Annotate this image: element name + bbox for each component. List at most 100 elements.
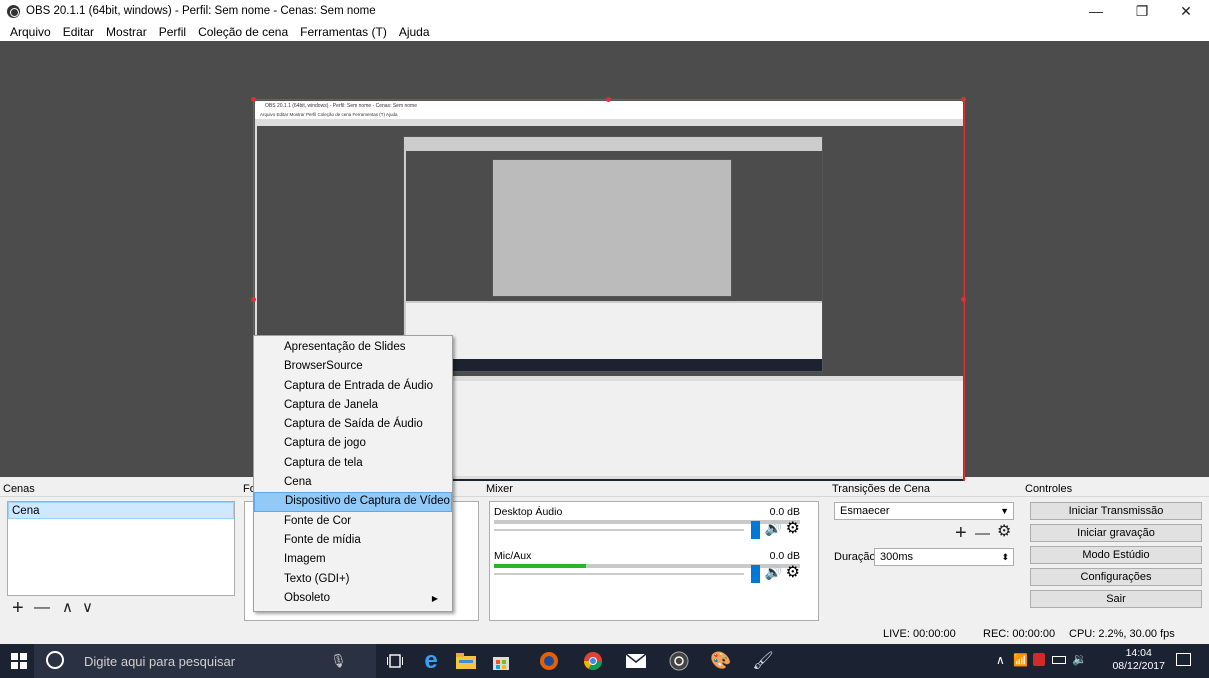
nested-docks-2: [406, 303, 822, 359]
scene-item[interactable]: Cena: [8, 502, 234, 519]
menu-mostrar[interactable]: Mostrar: [100, 25, 153, 39]
start-streaming-button[interactable]: Iniciar Transmissão: [1030, 502, 1202, 520]
menu-arquivo[interactable]: Arquivo: [4, 25, 57, 39]
transition-select[interactable]: Esmaecer ▼: [834, 502, 1014, 520]
edge-icon[interactable]: e: [420, 647, 442, 674]
menu-item-dispositivo-captura-video[interactable]: Dispositivo de Captura de Vídeo: [254, 492, 452, 512]
mixer-channel-name: Desktop Áudio: [494, 506, 563, 518]
menu-item-captura-de-janela[interactable]: Captura de Janela: [254, 396, 452, 415]
transform-handle[interactable]: [606, 97, 611, 102]
menu-item-texto-gdi[interactable]: Texto (GDI+): [254, 570, 452, 589]
file-explorer-icon[interactable]: [455, 650, 477, 672]
menu-editar[interactable]: Editar: [57, 25, 100, 39]
add-transition-button[interactable]: +: [955, 523, 967, 543]
move-scene-down-button[interactable]: ∨: [82, 600, 93, 615]
transition-gear-icon[interactable]: ⚙: [997, 524, 1011, 540]
clock-time: 14:04: [1125, 647, 1152, 659]
transform-handle[interactable]: [251, 97, 256, 102]
add-scene-button[interactable]: +: [12, 598, 24, 618]
tray-chevron-up-icon[interactable]: ∧: [996, 653, 1005, 667]
gear-icon[interactable]: ⚙: [786, 518, 800, 538]
mixer-channel-db: 0.0 dB: [769, 506, 800, 518]
menu-item-fonte-de-midia[interactable]: Fonte de mídia: [254, 531, 452, 550]
status-bar: LIVE: 00:00:00 REC: 00:00:00 CPU: 2.2%, …: [0, 626, 1209, 644]
mixer-channel-name: Mic/Aux: [494, 550, 532, 562]
volume-slider[interactable]: [494, 573, 744, 575]
remove-transition-button[interactable]: —: [975, 526, 990, 541]
menu-item-captura-de-jogo[interactable]: Captura de jogo: [254, 434, 452, 453]
paint-brush-icon[interactable]: 🖌: [752, 650, 774, 672]
start-recording-button[interactable]: Iniciar gravação: [1030, 524, 1202, 542]
menu-colecao-de-cena[interactable]: Coleção de cena: [192, 25, 294, 39]
menu-item-browsersource[interactable]: BrowserSource: [254, 357, 452, 376]
gear-icon[interactable]: ⚙: [786, 562, 800, 582]
speaker-icon[interactable]: 🔊: [765, 520, 782, 537]
preview-canvas[interactable]: OBS 20.1.1 (64bit, windows) - Perfil: Se…: [0, 41, 1209, 501]
title-bar: OBS 20.1.1 (64bit, windows) - Perfil: Se…: [0, 0, 1209, 22]
spin-arrows-icon[interactable]: ⬍: [1001, 549, 1009, 565]
duration-label: Duração: [834, 551, 876, 563]
menu-bar: Arquivo Editar Mostrar Perfil Coleção de…: [0, 22, 1209, 41]
menu-perfil[interactable]: Perfil: [153, 25, 192, 39]
volume-icon[interactable]: 🔉: [1072, 652, 1087, 666]
nested-taskbar-2: [406, 359, 822, 371]
windows-taskbar: Digite aqui para pesquisar 🎙 e 🎨 🖌 ∧ 📶 🔉…: [0, 644, 1209, 678]
transform-handle[interactable]: [961, 97, 966, 102]
taskbar-search-box[interactable]: Digite aqui para pesquisar 🎙: [34, 644, 376, 678]
volume-slider-thumb[interactable]: [751, 565, 760, 583]
menu-item-obsoleto[interactable]: Obsoleto ▶: [254, 589, 452, 608]
volume-slider-thumb[interactable]: [751, 521, 760, 539]
menu-ajuda[interactable]: Ajuda: [393, 25, 436, 39]
chrome-icon[interactable]: [582, 650, 604, 672]
mail-icon[interactable]: [625, 650, 647, 672]
obs-logo-icon: [7, 4, 20, 18]
menu-item-imagem[interactable]: Imagem: [254, 550, 452, 569]
battery-icon[interactable]: [1052, 656, 1066, 664]
move-scene-up-button[interactable]: ∧: [62, 600, 73, 615]
volume-slider[interactable]: [494, 529, 744, 531]
rec-status: REC: 00:00:00: [983, 628, 1056, 640]
mixer-dock: Mixer Desktop Áudio 0.0 dB 🔊 ⚙ Mic/Aux 0…: [483, 481, 829, 646]
transform-handle[interactable]: [251, 297, 256, 302]
obs-taskbar-icon[interactable]: [668, 650, 690, 672]
transitions-header: Transições de Cena: [829, 481, 1022, 497]
store-icon[interactable]: [490, 650, 512, 672]
mixer-channel: Desktop Áudio 0.0 dB 🔊 ⚙: [494, 506, 800, 552]
cpu-status: CPU: 2.2%, 30.00 fps: [1069, 628, 1175, 640]
antivirus-shield-icon[interactable]: [1033, 653, 1045, 666]
duration-value: 300ms: [880, 551, 914, 563]
transition-select-value: Esmaecer: [840, 505, 890, 517]
menu-item-captura-de-tela[interactable]: Captura de tela: [254, 454, 452, 473]
duration-spinbox[interactable]: 300ms ⬍: [874, 548, 1014, 566]
minimize-button[interactable]: —: [1073, 0, 1119, 22]
settings-button[interactable]: Configurações: [1030, 568, 1202, 586]
transform-handle[interactable]: [961, 297, 966, 302]
controls-header: Controles: [1022, 481, 1209, 497]
windows-start-icon[interactable]: [8, 650, 30, 672]
menu-item-captura-entrada-audio[interactable]: Captura de Entrada de Áudio: [254, 377, 452, 396]
speaker-icon[interactable]: 🔊: [765, 564, 782, 581]
scenes-list[interactable]: Cena: [7, 501, 235, 596]
window-title: OBS 20.1.1 (64bit, windows) - Perfil: Se…: [26, 5, 376, 17]
maximize-button[interactable]: ❐: [1119, 0, 1165, 22]
nested-menu-bar: Arquivo Editar Mostrar Perfil Coleção de…: [255, 111, 963, 119]
wifi-icon[interactable]: 📶: [1013, 653, 1028, 667]
task-view-icon[interactable]: [384, 650, 406, 672]
chevron-down-icon: ▼: [1000, 506, 1009, 516]
action-center-icon[interactable]: [1176, 653, 1191, 666]
paint-app-icon[interactable]: 🎨: [710, 650, 732, 672]
menu-item-captura-saida-audio[interactable]: Captura de Saída de Áudio: [254, 415, 452, 434]
menu-item-apresentacao-de-slides[interactable]: Apresentação de Slides: [254, 338, 452, 357]
close-button[interactable]: ✕: [1163, 0, 1209, 22]
menu-item-cena[interactable]: Cena: [254, 473, 452, 492]
menu-item-fonte-de-cor[interactable]: Fonte de Cor: [254, 512, 452, 531]
studio-mode-button[interactable]: Modo Estúdio: [1030, 546, 1202, 564]
scenes-dock: Cenas Cena + — ∧ ∨: [0, 481, 240, 646]
microphone-icon[interactable]: 🎙: [330, 653, 347, 669]
exit-button[interactable]: Sair: [1030, 590, 1202, 608]
menu-ferramentas[interactable]: Ferramentas (T): [294, 25, 393, 39]
firefox-icon[interactable]: [538, 650, 560, 672]
nested-preview-2: [406, 151, 822, 301]
taskbar-clock[interactable]: 14:04 08/12/2017: [1112, 647, 1165, 673]
remove-scene-button[interactable]: —: [34, 600, 50, 616]
